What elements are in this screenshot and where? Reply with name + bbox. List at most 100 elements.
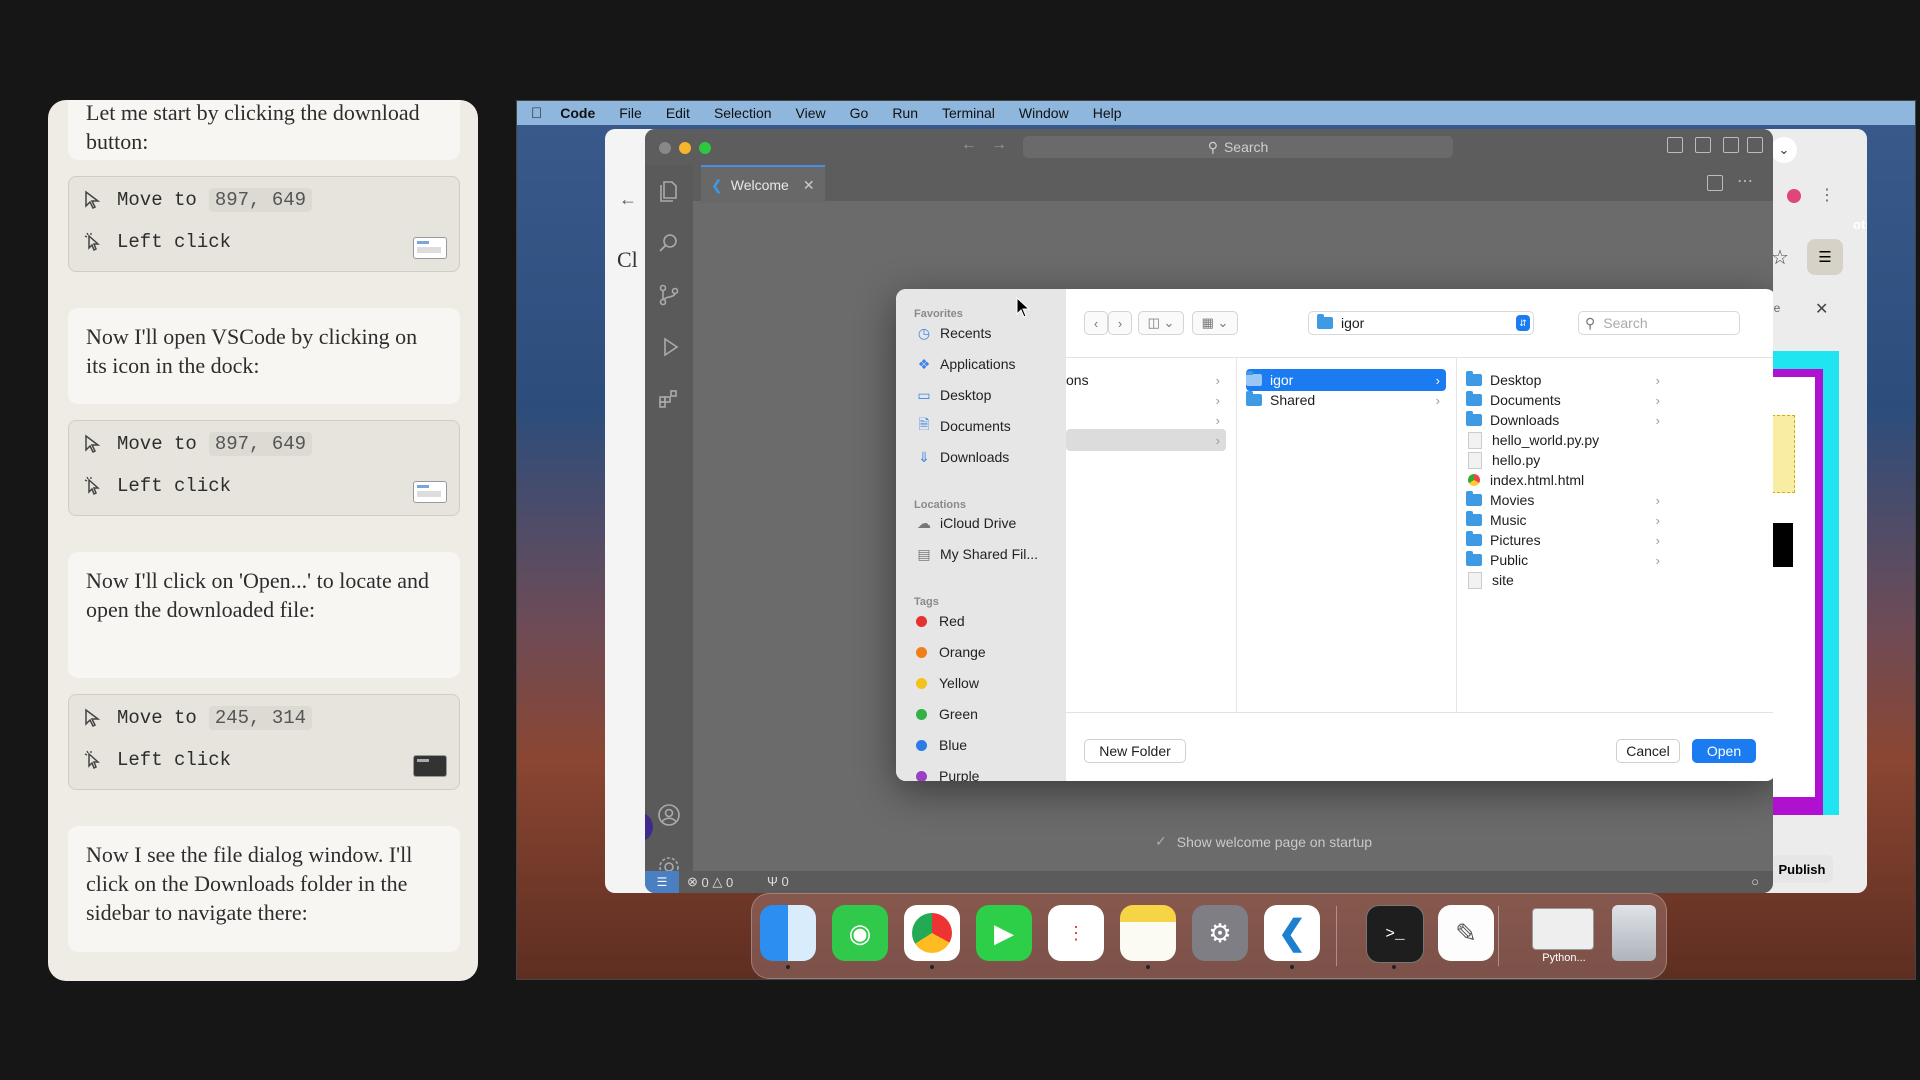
nav-forward-icon[interactable]: →	[991, 136, 1007, 154]
sidebar-item-recents[interactable]: ◷ Recents	[916, 322, 991, 344]
messages-icon[interactable]: ◉	[832, 905, 888, 961]
system-settings-icon[interactable]: ⚙	[1192, 905, 1248, 961]
menu-view[interactable]: View	[796, 105, 826, 121]
bell-icon[interactable]: ○	[1751, 874, 1759, 889]
chrome-icon[interactable]	[904, 905, 960, 961]
menu-file[interactable]: File	[619, 105, 642, 121]
sidebar-item-desktop[interactable]: ▭ Desktop	[916, 384, 991, 406]
list-item[interactable]: ons ›	[1066, 369, 1226, 391]
problems-status[interactable]: ⊗ 0 △ 0	[687, 874, 733, 890]
open-button[interactable]: Open	[1692, 739, 1756, 763]
search-input[interactable]: ⚲ Search	[1578, 311, 1740, 335]
list-item-downloads[interactable]: Downloads ›	[1466, 409, 1666, 431]
screenshot-thumbnail[interactable]	[413, 481, 447, 503]
tag-red[interactable]: Red	[916, 610, 965, 632]
run-debug-icon[interactable]	[657, 335, 681, 359]
list-item-shared[interactable]: Shared ›	[1246, 389, 1446, 411]
tag-orange[interactable]: Orange	[916, 641, 986, 663]
source-control-icon[interactable]	[657, 283, 681, 307]
ports-status[interactable]: Ψ 0	[767, 874, 789, 889]
minimize-window-button[interactable]	[679, 142, 691, 154]
notes-icon[interactable]	[1120, 905, 1176, 961]
screenshot-thumbnail[interactable]	[413, 755, 447, 777]
new-folder-button[interactable]: New Folder	[1084, 739, 1186, 763]
star-icon[interactable]: ☆	[1771, 245, 1789, 270]
menu-app-name[interactable]: Code	[560, 105, 595, 121]
list-item[interactable]: ›	[1066, 409, 1226, 431]
menu-run[interactable]: Run	[892, 105, 918, 121]
list-item-hello-world[interactable]: hello_world.py.py	[1466, 429, 1666, 451]
toggle-panel-icon[interactable]	[1695, 137, 1711, 153]
python-window-thumbnail[interactable]	[1532, 908, 1594, 950]
zoom-window-button[interactable]	[699, 142, 711, 154]
sidebar-item-shared[interactable]: ▤ My Shared Fil...	[916, 543, 1038, 565]
path-selector[interactable]: igor ⇵	[1308, 311, 1534, 335]
list-item-music[interactable]: Music ›	[1466, 509, 1666, 531]
terminal-icon[interactable]: >_	[1366, 905, 1424, 963]
screenshot-thumbnail[interactable]	[413, 237, 447, 259]
sidebar-item-applications[interactable]: ❖ Applications	[916, 353, 1016, 375]
sidebar-item-icloud[interactable]: ☁ iCloud Drive	[916, 512, 1016, 534]
menu-help[interactable]: Help	[1093, 105, 1122, 121]
tag-green[interactable]: Green	[916, 703, 978, 725]
sidebar-item-downloads[interactable]: ⇓ Downloads	[916, 446, 1009, 468]
publish-button[interactable]: Publish	[1771, 855, 1833, 883]
list-item-igor[interactable]: igor ›	[1246, 369, 1446, 391]
back-icon[interactable]: ←	[619, 189, 637, 210]
close-window-button[interactable]	[659, 142, 671, 154]
extensions-icon[interactable]	[657, 387, 681, 411]
tag-yellow[interactable]: Yellow	[916, 672, 979, 694]
split-editor-icon[interactable]	[1707, 175, 1723, 191]
explorer-icon[interactable]	[657, 179, 681, 203]
nav-back-icon[interactable]: ←	[961, 136, 977, 154]
menu-window[interactable]: Window	[1019, 105, 1069, 121]
finder-icon[interactable]	[760, 905, 816, 961]
click-icon	[84, 232, 100, 252]
vscode-icon[interactable]: ❮	[1264, 905, 1320, 961]
customize-layout-icon[interactable]	[1747, 137, 1763, 153]
list-item-desktop[interactable]: Desktop ›	[1466, 369, 1666, 391]
account-icon[interactable]	[657, 803, 681, 827]
view-mode-button[interactable]: ◫ ⌄	[1138, 311, 1184, 335]
close-tab-icon[interactable]: ✕	[803, 177, 815, 194]
close-icon[interactable]: ✕	[1815, 299, 1828, 319]
list-item-index-html[interactable]: index.html.html	[1466, 469, 1666, 491]
list-item-pictures[interactable]: Pictures ›	[1466, 529, 1666, 551]
list-item[interactable]: ›	[1066, 389, 1226, 411]
sidebar-item-documents[interactable]: 🗎 Documents	[916, 415, 1010, 437]
menu-edit[interactable]: Edit	[666, 105, 690, 121]
cancel-button[interactable]: Cancel	[1616, 739, 1680, 763]
show-welcome-checkbox[interactable]: ✓ Show welcome page on startup	[1155, 833, 1372, 850]
list-item-movies[interactable]: Movies ›	[1466, 489, 1666, 511]
command-search[interactable]: ⚲ Search	[1023, 136, 1453, 158]
menu-go[interactable]: Go	[850, 105, 869, 121]
remote-icon[interactable]: ☰	[645, 871, 679, 893]
more-actions-icon[interactable]: ⋯	[1737, 171, 1753, 191]
more-icon[interactable]: ⋮	[1819, 185, 1835, 205]
list-item-selected[interactable]: ›	[1066, 429, 1226, 451]
toggle-sidebar-icon[interactable]	[1667, 137, 1683, 153]
toggle-secondary-sidebar-icon[interactable]	[1723, 137, 1739, 153]
sliders-icon[interactable]: ☰	[1807, 239, 1843, 275]
group-button[interactable]: ▦ ⌄	[1192, 311, 1238, 335]
search-icon[interactable]	[657, 231, 681, 255]
back-button[interactable]: ‹	[1084, 311, 1108, 335]
menu-terminal[interactable]: Terminal	[942, 105, 995, 121]
trash-icon[interactable]	[1612, 905, 1656, 961]
forward-button[interactable]: ›	[1108, 311, 1132, 335]
chevron-down-icon[interactable]: ⌄	[1771, 137, 1797, 163]
list-item-documents[interactable]: Documents ›	[1466, 389, 1666, 411]
click-label: Left click	[117, 475, 232, 497]
facetime-icon[interactable]: ▶	[976, 905, 1032, 961]
menu-selection[interactable]: Selection	[714, 105, 772, 121]
list-item-public[interactable]: Public ›	[1466, 549, 1666, 571]
tag-blue[interactable]: Blue	[916, 734, 967, 756]
reminders-icon[interactable]: ⋮	[1048, 905, 1104, 961]
profile-icon[interactable]	[1787, 189, 1801, 203]
textedit-icon[interactable]: ✎	[1438, 905, 1494, 961]
tag-purple[interactable]: Purple	[916, 765, 979, 781]
tab-welcome[interactable]: ❮ Welcome ✕	[701, 165, 825, 203]
list-item-hello-py[interactable]: hello.py	[1466, 449, 1666, 471]
apple-icon[interactable]: 	[531, 105, 542, 122]
list-item-site[interactable]: site	[1466, 569, 1666, 591]
